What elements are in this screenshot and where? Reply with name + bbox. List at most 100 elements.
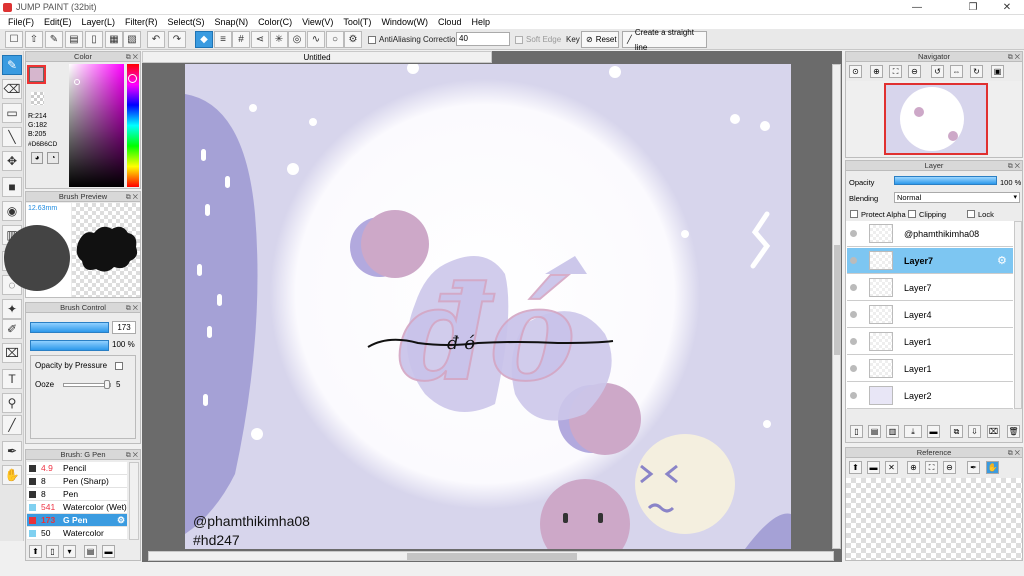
brush-settings-gear-icon[interactable]: ⚙ <box>117 514 125 527</box>
rotate-right-icon[interactable]: ↻ <box>970 65 983 78</box>
duplicate-layer-icon[interactable]: ⧉ <box>950 425 963 438</box>
panel-close-icon[interactable]: ⧉ ✕ <box>1008 162 1020 172</box>
menu-layer[interactable]: Layer(L) <box>77 17 121 27</box>
reference-upload-icon[interactable]: ⬆ <box>849 461 862 474</box>
brush-list-scrollbar[interactable] <box>129 462 139 540</box>
main-color-swatch[interactable] <box>27 65 46 84</box>
canvas-horizontal-scrollbar[interactable] <box>148 551 834 561</box>
menu-color[interactable]: Color(C) <box>253 17 297 27</box>
panel-close-icon[interactable]: ⧉ ✕ <box>126 304 138 314</box>
gear-snap-icon[interactable]: ⚙ <box>344 31 362 48</box>
palette-icon[interactable]: ◕ <box>31 152 43 164</box>
layer-folder-icon[interactable]: ▬ <box>927 425 940 438</box>
layer-row[interactable]: @phamthikimha08 <box>847 221 1013 247</box>
new-layer-icon[interactable]: ▯ <box>850 425 863 438</box>
grid-icon[interactable]: # <box>232 31 250 48</box>
reference-open-icon[interactable]: ▬ <box>867 461 880 474</box>
menu-cloud[interactable]: Cloud <box>433 17 467 27</box>
visibility-icon[interactable] <box>850 338 857 345</box>
select-eraser-tool-icon[interactable]: ⌧ <box>2 343 22 363</box>
document-icon[interactable]: ▯ <box>85 31 103 48</box>
reference-hand-icon[interactable]: ✋ <box>986 461 999 474</box>
protect-alpha-checkbox[interactable] <box>850 210 858 218</box>
visibility-icon[interactable] <box>850 284 857 291</box>
hue-cursor[interactable] <box>128 74 137 83</box>
brush-tool-icon[interactable]: ✎ <box>2 55 22 75</box>
divide-tool-icon[interactable]: ╱ <box>2 415 22 435</box>
visibility-icon[interactable] <box>850 365 857 372</box>
layout-icon[interactable]: ▦ <box>105 31 123 48</box>
fill-rect-tool-icon[interactable]: ■ <box>2 177 22 197</box>
menu-filter[interactable]: Filter(R) <box>120 17 163 27</box>
antialiasing-checkbox[interactable] <box>368 36 376 44</box>
reference-eyedropper-icon[interactable]: ✒ <box>967 461 980 474</box>
reference-zoom-in-icon[interactable]: ⊕ <box>907 461 920 474</box>
canvas-vertical-scrollbar[interactable] <box>832 64 841 549</box>
reference-zoom-out-icon[interactable]: ⊖ <box>943 461 956 474</box>
pen-mode-icon[interactable]: ◆ <box>195 31 213 48</box>
opacity-by-pressure-checkbox[interactable] <box>115 362 123 370</box>
menu-select[interactable]: Select(S) <box>163 17 210 27</box>
layer-row[interactable]: Layer2 <box>847 383 1013 409</box>
menu-edit[interactable]: Edit(E) <box>39 17 77 27</box>
brush-item[interactable]: 50 Watercolor <box>27 527 127 540</box>
clipping-checkbox[interactable] <box>908 210 916 218</box>
panel-close-icon[interactable]: ⧉ ✕ <box>126 193 138 203</box>
lock-checkbox[interactable] <box>967 210 975 218</box>
color-picker-icon[interactable]: ◔ <box>47 152 59 164</box>
brush-opacity-slider[interactable] <box>30 340 109 351</box>
reference-fit-icon[interactable]: ⛶ <box>925 461 938 474</box>
rotate-left-icon[interactable]: ↺ <box>931 65 944 78</box>
redo-icon[interactable]: ↷ <box>168 31 186 48</box>
brush-size-input[interactable]: 173 <box>112 321 136 334</box>
layer-row[interactable]: Layer7 <box>847 275 1013 301</box>
brush-folder-icon[interactable]: ▬ <box>102 545 115 558</box>
new-layer-type-icon[interactable]: ▤ <box>868 425 881 438</box>
layer-menu-icon[interactable]: ⤓ <box>904 425 922 438</box>
zoom-out-icon[interactable]: ⊖ <box>908 65 921 78</box>
menu-tool[interactable]: Tool(T) <box>338 17 376 27</box>
straight-line-button[interactable]: ╱ Create a straight line <box>622 28 707 52</box>
brush-item[interactable]: 8 Pen <box>27 488 127 501</box>
panel-close-icon[interactable]: ⧉ ✕ <box>1008 449 1020 459</box>
brush-menu-icon[interactable]: ▾ <box>63 545 76 558</box>
blending-select[interactable]: Normal ▾ <box>894 192 1020 203</box>
add-brush-icon[interactable]: ⬆ <box>29 545 42 558</box>
brush-item[interactable]: 4.9 Pencil <box>27 462 127 475</box>
eraser-tool-icon[interactable]: ⌫ <box>2 79 22 99</box>
visibility-icon[interactable] <box>850 257 857 264</box>
layer-row[interactable]: Layer1 <box>847 329 1013 355</box>
color-cursor[interactable] <box>74 79 80 85</box>
upload-icon[interactable]: ⇧ <box>25 31 43 48</box>
concentric-icon[interactable]: ◎ <box>288 31 306 48</box>
hand-tool-icon[interactable]: ✋ <box>2 465 22 485</box>
move-tool-icon[interactable]: ✥ <box>2 151 22 171</box>
brush-size-slider[interactable] <box>30 322 109 333</box>
new-folder-layer-icon[interactable]: ▥ <box>886 425 899 438</box>
flip-icon[interactable]: ⇔ <box>950 65 963 78</box>
text-tool-icon[interactable]: T <box>2 369 22 389</box>
reference-canvas[interactable] <box>846 478 1022 560</box>
new-canvas-icon[interactable]: ☐ <box>5 31 23 48</box>
delete-layer-icon[interactable]: 🗑 <box>1007 425 1020 438</box>
copy-brush-icon[interactable]: ▤ <box>84 545 97 558</box>
transparent-swatch[interactable] <box>31 92 44 105</box>
settings-icon[interactable]: ▧ <box>123 31 141 48</box>
navigator-viewport[interactable] <box>884 83 988 155</box>
brush-item[interactable]: 8 Pen (Sharp) <box>27 475 127 488</box>
line-tool-icon[interactable]: ╲ <box>2 127 22 147</box>
layer-opacity-slider[interactable] <box>894 176 997 185</box>
menu-snap[interactable]: Snap(N) <box>210 17 254 27</box>
correction-input[interactable]: 40 <box>456 32 510 46</box>
perspective-icon[interactable]: ⋖ <box>251 31 269 48</box>
comment-icon[interactable]: ✎ <box>45 31 63 48</box>
brush-item-selected[interactable]: 173 G Pen ⚙ <box>27 514 127 527</box>
horizontal-scroll-thumb[interactable] <box>407 553 577 560</box>
curve-icon[interactable]: ∿ <box>307 31 325 48</box>
soft-edge-checkbox[interactable] <box>515 36 523 44</box>
navigator-preview[interactable] <box>846 81 1022 157</box>
clear-layer-icon[interactable]: ⌧ <box>987 425 1000 438</box>
menu-help[interactable]: Help <box>466 17 495 27</box>
artboard[interactable]: đó đ ó @phamthikimha08 #hd247 <box>185 64 791 549</box>
visibility-icon[interactable] <box>850 392 857 399</box>
